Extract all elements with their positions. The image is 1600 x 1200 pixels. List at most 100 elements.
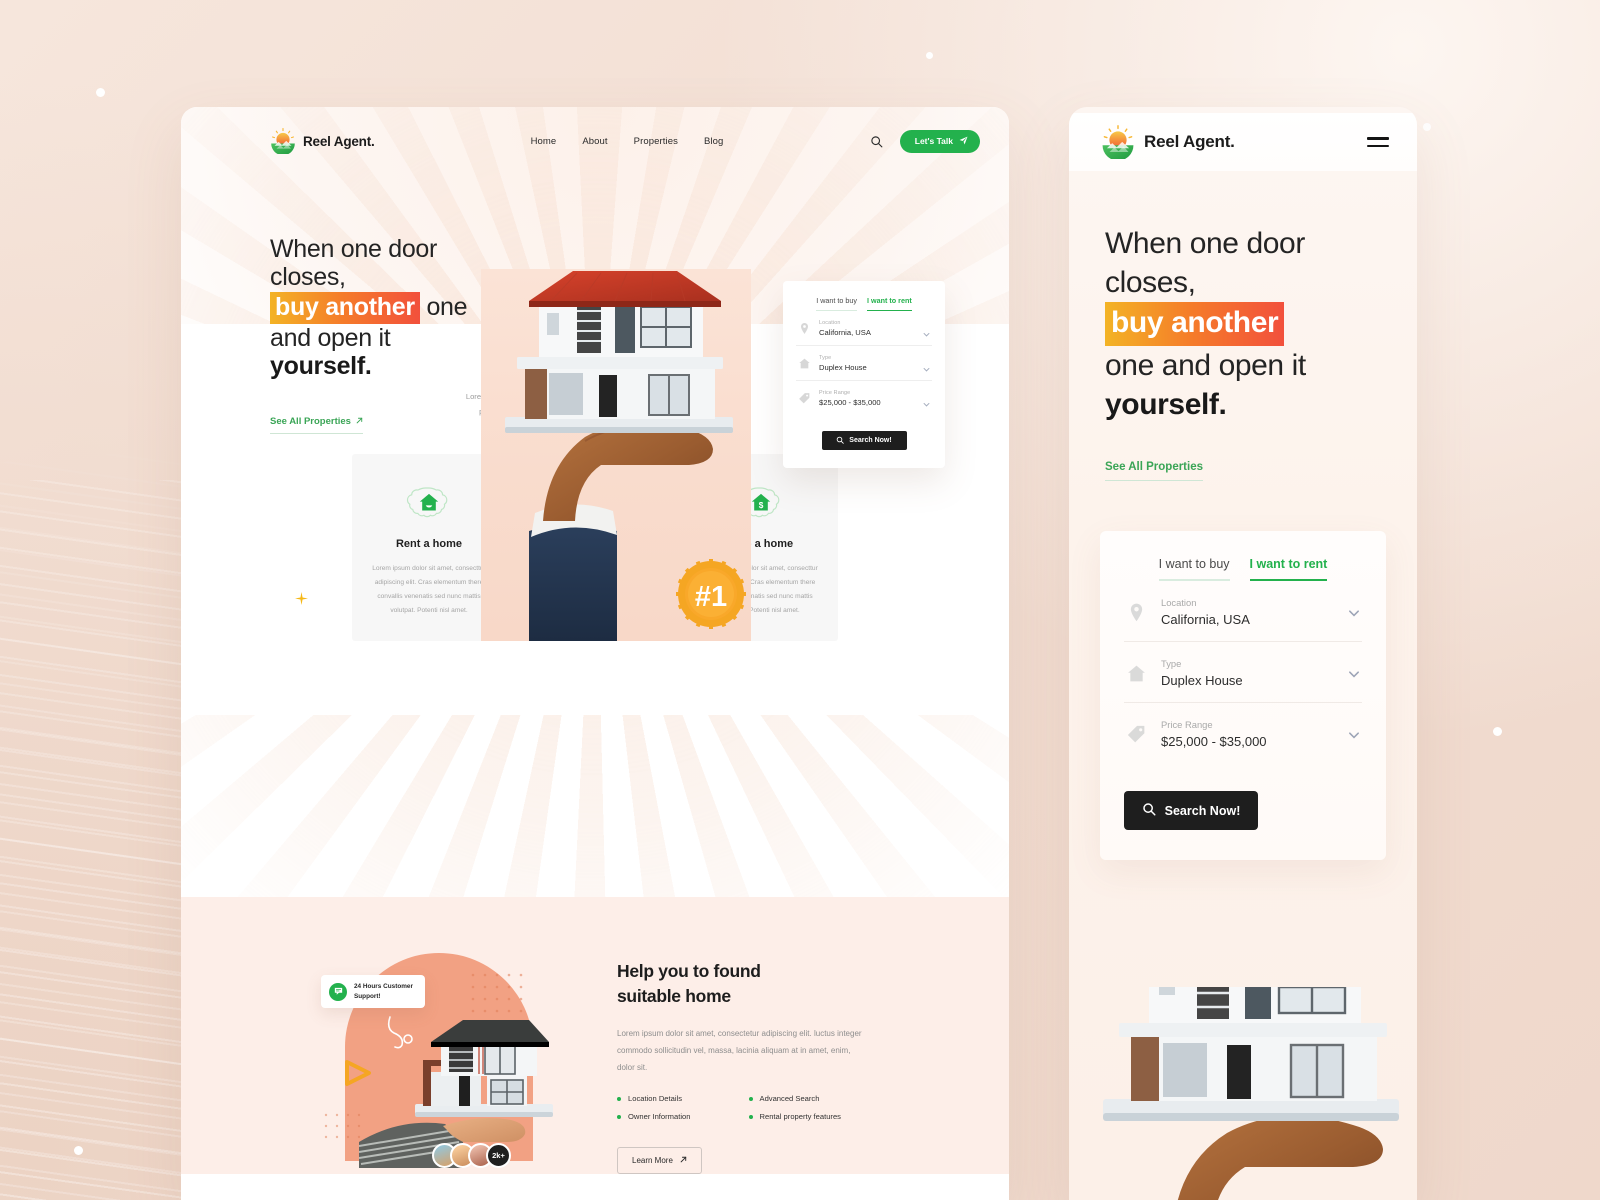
see-all-properties-link[interactable]: See All Properties	[270, 416, 363, 435]
field-type-value: Duplex House	[819, 363, 867, 372]
chevron-down-icon[interactable]	[1348, 606, 1360, 618]
list-item-label: Owner Information	[628, 1112, 691, 1122]
desktop-hero-section: Reel Agent. Home About Properties Blog L…	[181, 107, 1009, 897]
help-visual: 24 Hours Customer Support! 2k+	[321, 953, 553, 1168]
send-icon	[959, 136, 968, 147]
search-now-label: Search Now!	[849, 437, 892, 444]
chat-bubble-icon	[329, 982, 347, 1001]
list-item: Owner Information	[617, 1112, 738, 1121]
nav-item-about[interactable]: About	[582, 136, 607, 147]
sun-hills-logo-icon	[1101, 125, 1135, 161]
svg-text:$: $	[759, 501, 764, 510]
mobile-brand-logo[interactable]: Reel Agent.	[1101, 125, 1235, 161]
lets-talk-button[interactable]: Let's Talk	[899, 129, 980, 153]
mobile-field-price-range-value: $25,000 - $35,000	[1161, 734, 1267, 749]
chevron-down-icon[interactable]	[923, 360, 930, 372]
chevron-down-icon[interactable]	[1348, 728, 1360, 740]
hero-photo: #1	[481, 269, 751, 641]
arrow-up-right-icon	[680, 1156, 687, 1165]
mobile-field-price-range[interactable]: Price Range $25,000 - $35,000	[1124, 703, 1362, 763]
mobile-search-now-label: Search Now!	[1164, 803, 1241, 818]
property-search-card: I want to buy I want to rent Location Ca…	[783, 281, 945, 468]
field-type-label: Type	[819, 355, 832, 361]
mobile-hero-title-part3: one and open it	[1105, 349, 1306, 382]
chevron-down-icon[interactable]	[1348, 667, 1360, 679]
decorative-dot	[926, 52, 933, 59]
mobile-hero-photo	[1069, 987, 1417, 1200]
search-icon[interactable]	[870, 135, 883, 148]
avatar-group: 2k+	[432, 1143, 511, 1168]
bullet-dot-icon	[617, 1096, 621, 1101]
mobile-hero-title-part2: closes,	[1105, 266, 1196, 299]
mobile-tab-i-want-to-buy[interactable]: I want to buy	[1158, 557, 1230, 581]
feature-card-rent-text: Lorem ipsum dolor sit amet, consecttur a…	[372, 565, 486, 614]
bullet-dot-icon	[617, 1114, 621, 1119]
search-now-button[interactable]: Search Now!	[821, 431, 907, 450]
hero-copy: When one door closes, buy another one an…	[270, 211, 490, 435]
mobile-hero-title-highlight: buy another	[1105, 302, 1285, 346]
house-icon	[1126, 663, 1147, 684]
bullet-dot-icon	[748, 1096, 753, 1101]
mobile-brand-name: Reel Agent.	[1144, 132, 1235, 151]
mobile-tab-i-want-to-rent[interactable]: I want to rent	[1249, 557, 1328, 581]
nav-item-home[interactable]: Home	[531, 136, 557, 147]
field-location[interactable]: Location California, USA	[796, 311, 932, 346]
brand-logo[interactable]: Reel Agent.	[270, 128, 375, 156]
decorative-dot	[1493, 727, 1502, 736]
help-text: Lorem ipsum dolor sit amet, consectetur …	[617, 1029, 862, 1072]
mobile-header: Reel Agent.	[1069, 113, 1417, 171]
sparkle-yellow-icon	[295, 592, 308, 610]
hand-holding-house-illustration	[1103, 987, 1399, 1200]
mobile-field-type[interactable]: Type Duplex House	[1124, 642, 1362, 703]
hero-title-highlight: buy another	[270, 291, 420, 324]
tab-i-want-to-rent[interactable]: I want to rent	[867, 296, 912, 311]
list-item: Location Details	[617, 1094, 738, 1103]
mobile-field-location[interactable]: Location California, USA	[1124, 581, 1362, 642]
mobile-field-location-label: Location	[1161, 597, 1197, 608]
chevron-down-icon[interactable]	[923, 395, 930, 407]
see-all-properties-label: See All Properties	[270, 416, 351, 428]
number-one-badge: #1	[676, 559, 746, 629]
search-tabs: I want to buy I want to rent	[796, 296, 932, 311]
help-title-line2: suitable home	[617, 985, 731, 1006]
search-icon	[1142, 802, 1156, 819]
help-title-line1: Help you to found	[617, 961, 761, 981]
brand-name: Reel Agent.	[303, 133, 375, 149]
location-pin-icon	[1126, 602, 1147, 623]
location-pin-icon	[798, 322, 811, 335]
help-section: 24 Hours Customer Support! 2k+ Help you …	[181, 897, 1009, 1175]
mobile-hero-title-part1: When one door	[1105, 227, 1305, 260]
header-actions: Let's Talk	[870, 129, 980, 153]
support-chip: 24 Hours Customer Support!	[321, 975, 425, 1009]
field-location-label: Location	[819, 320, 841, 326]
field-type[interactable]: Type Duplex House	[796, 346, 932, 381]
avatar-count-badge: 2k+	[486, 1143, 511, 1168]
hamburger-menu-icon[interactable]	[1367, 136, 1389, 148]
field-price-range-value: $25,000 - $35,000	[819, 398, 881, 407]
mobile-see-all-properties-link[interactable]: See All Properties	[1105, 461, 1204, 481]
nav-item-properties[interactable]: Properties	[634, 136, 678, 147]
field-location-value: California, USA	[819, 328, 871, 337]
learn-more-label: Learn More	[632, 1156, 673, 1166]
mobile-search-now-button[interactable]: Search Now!	[1124, 791, 1258, 830]
house-icon	[798, 357, 811, 370]
learn-more-button[interactable]: Learn More	[617, 1147, 702, 1175]
chevron-down-icon[interactable]	[923, 325, 930, 337]
help-feature-list: Location Details Advanced Search Owner I…	[617, 1094, 869, 1121]
mobile-mockup: Reel Agent. When one door closes, buy an…	[1069, 107, 1417, 1200]
list-item-label: Advanced Search	[759, 1094, 820, 1104]
nav-item-blog[interactable]: Blog	[704, 136, 723, 147]
mobile-field-type-value: Duplex House	[1161, 673, 1243, 688]
field-price-range[interactable]: Price Range $25,000 - $35,000	[796, 381, 932, 415]
svg-text:#1: #1	[695, 581, 727, 613]
help-title: Help you to found suitable home	[617, 959, 869, 1008]
mobile-hero-title: When one door closes, buy another one an…	[1105, 224, 1381, 424]
help-copy: Help you to found suitable home Lorem ip…	[617, 953, 869, 1175]
list-item-label: Location Details	[628, 1094, 683, 1104]
desktop-hero-content: When one door closes, buy another one an…	[181, 169, 1009, 641]
tab-i-want-to-buy[interactable]: I want to buy	[816, 296, 858, 311]
field-price-range-label: Price Range	[819, 390, 851, 396]
list-item: Advanced Search	[748, 1094, 870, 1104]
mobile-field-location-value: California, USA	[1161, 612, 1250, 627]
bullet-dot-icon	[748, 1114, 753, 1119]
